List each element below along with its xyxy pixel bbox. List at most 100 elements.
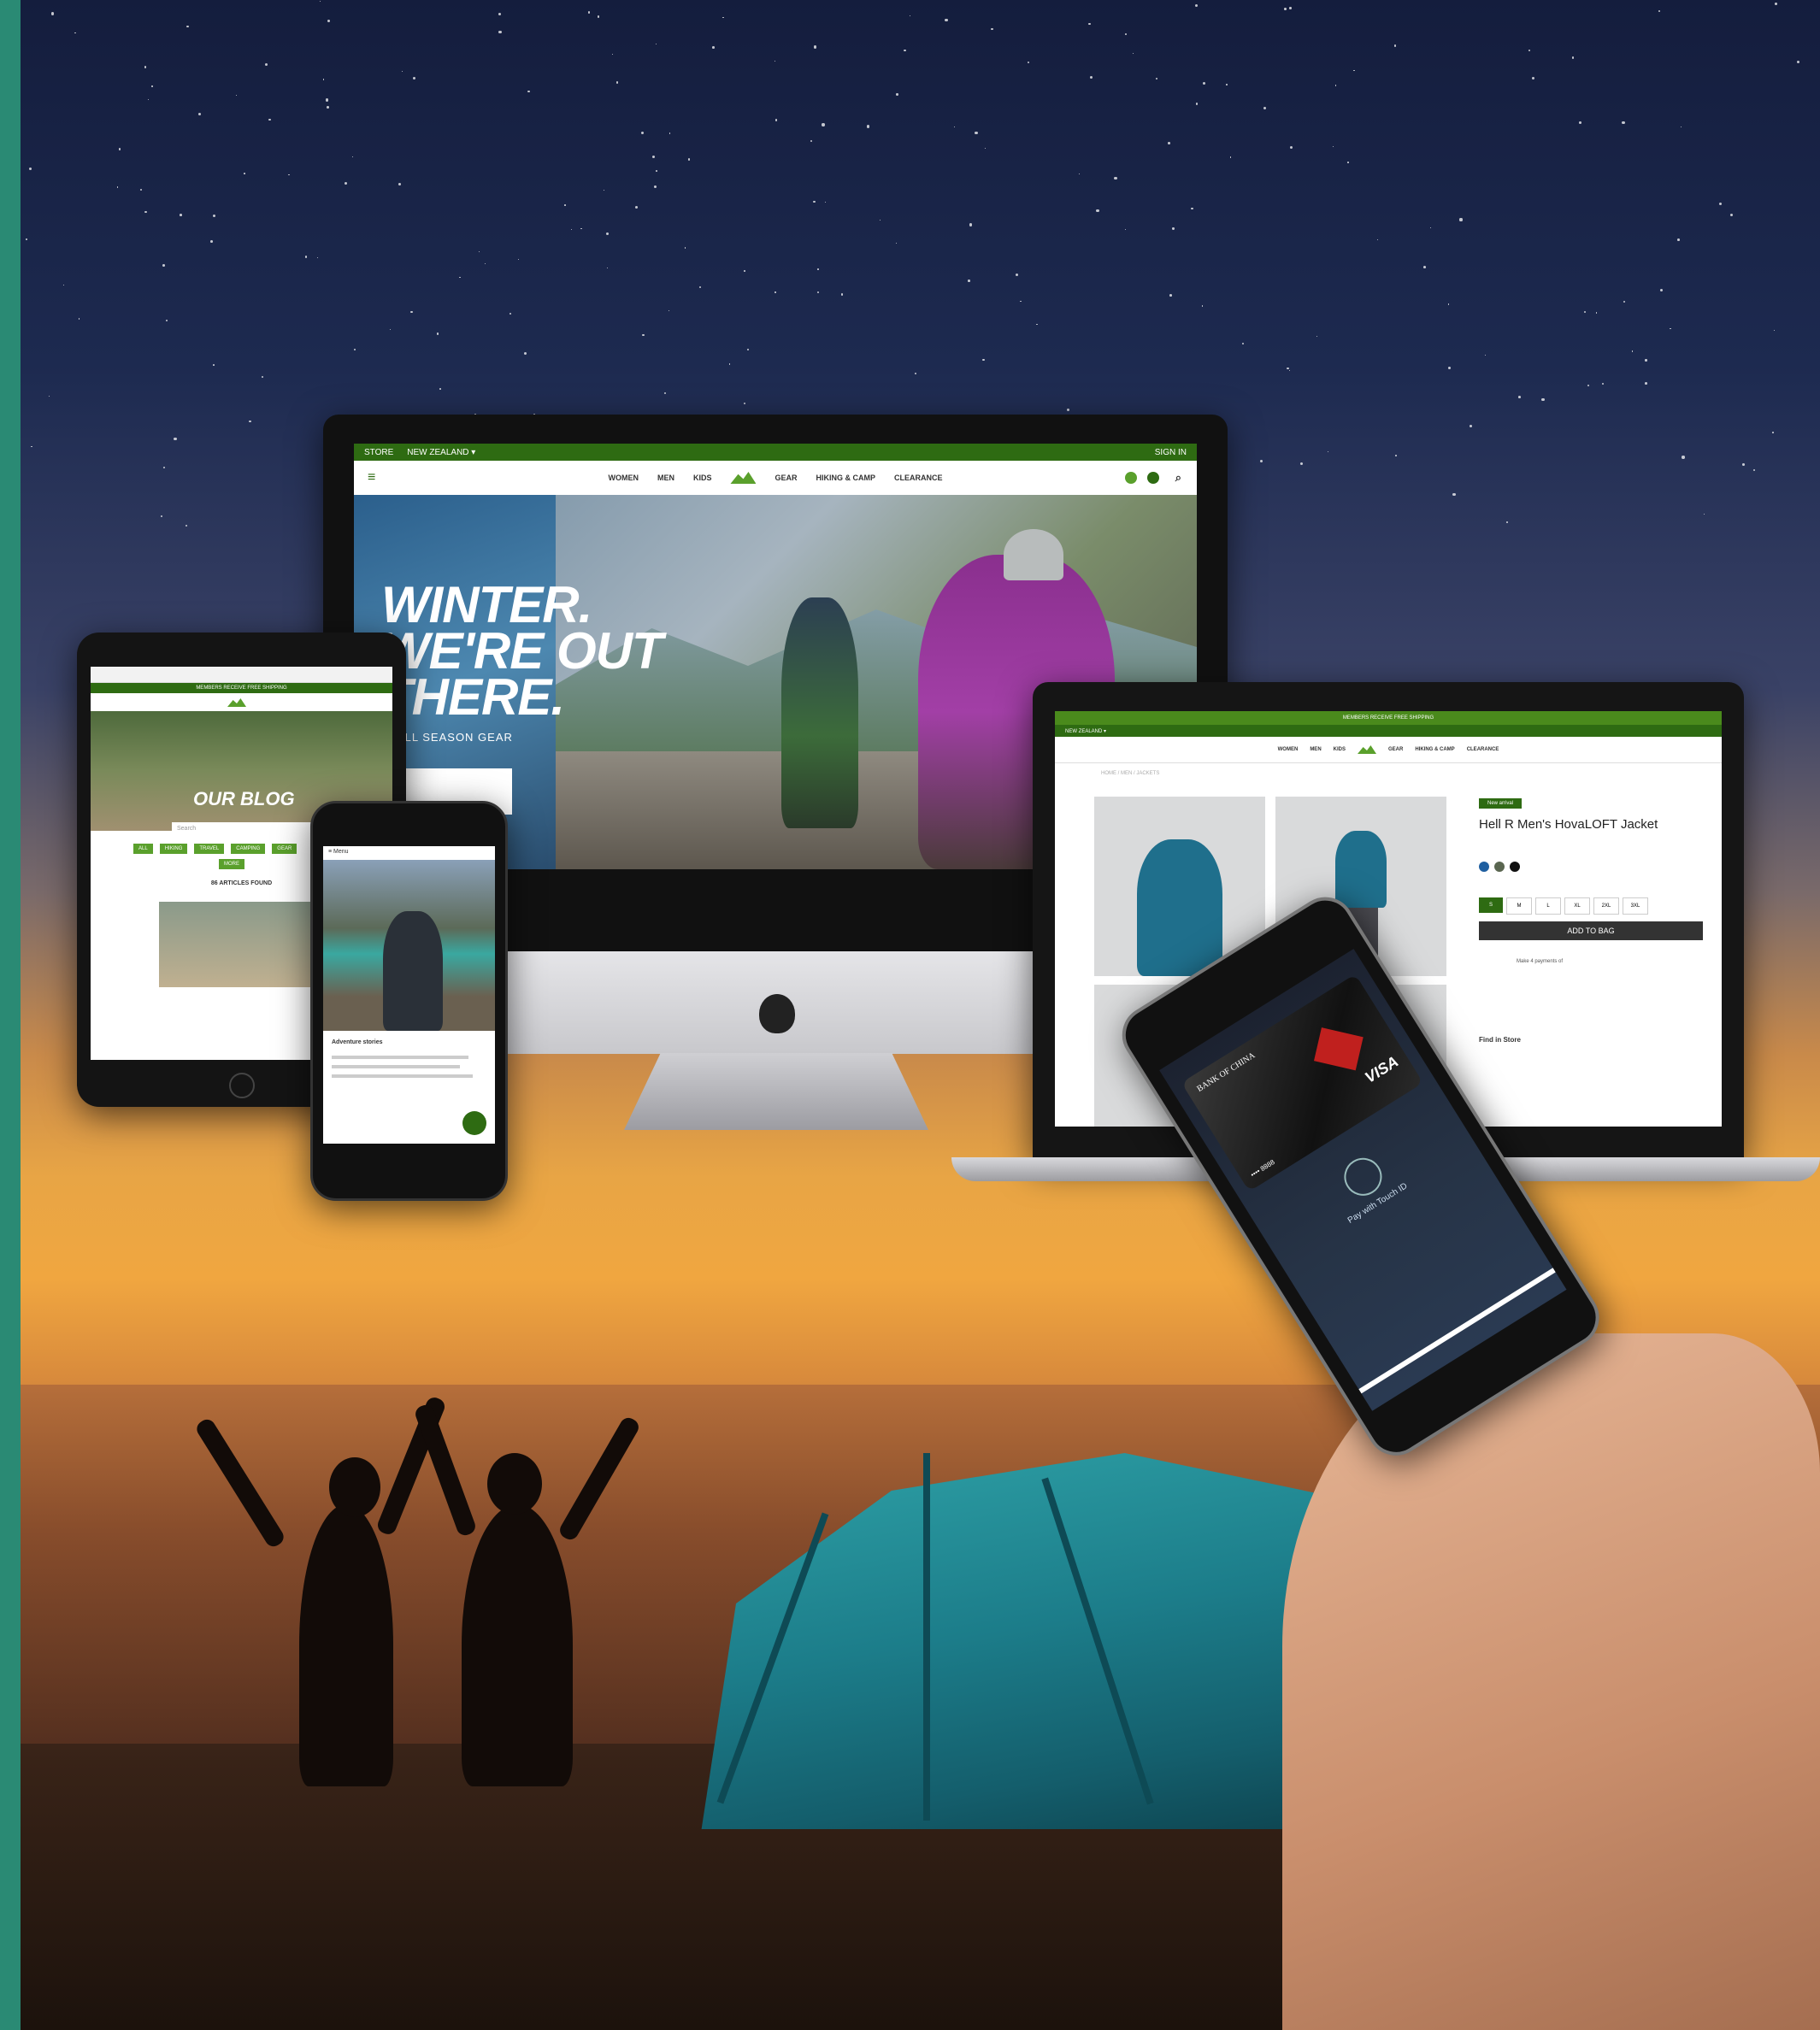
star <box>401 71 403 73</box>
star <box>144 210 148 214</box>
tag-chip[interactable]: HIKING <box>159 844 188 854</box>
star <box>327 20 330 23</box>
star <box>606 232 610 236</box>
star <box>1505 521 1508 524</box>
star <box>975 131 978 134</box>
star <box>180 214 183 216</box>
phone-header[interactable]: ≡ Menu <box>323 846 495 860</box>
tag-more-chip[interactable]: MORE <box>219 859 244 869</box>
nav-item-clearance[interactable]: CLEARANCE <box>1467 747 1499 752</box>
phone-article-title: Adventure stories <box>332 1039 383 1045</box>
nav-item-women[interactable]: WOMEN <box>1278 747 1299 752</box>
star <box>743 402 746 404</box>
tag-chip[interactable]: ALL <box>133 844 153 854</box>
star <box>687 158 691 161</box>
star <box>1622 121 1625 125</box>
star <box>319 0 321 2</box>
star <box>640 131 645 134</box>
star <box>116 186 119 188</box>
star <box>825 201 827 203</box>
star <box>28 167 32 171</box>
star <box>652 155 656 158</box>
hiker-figure <box>383 911 443 1031</box>
star <box>1447 367 1451 370</box>
star <box>699 285 702 288</box>
nav-item-kids[interactable]: KIDS <box>693 474 712 482</box>
nav-item-kids[interactable]: KIDS <box>1334 747 1346 752</box>
star <box>570 229 573 231</box>
phone-hero-image <box>323 860 495 1031</box>
bank-card[interactable]: BANK OF CHINA VISA •••• 8888 <box>1181 974 1423 1192</box>
star <box>1259 459 1263 463</box>
logo-icon[interactable] <box>227 698 246 707</box>
nav-item-gear[interactable]: GEAR <box>1388 747 1403 752</box>
star <box>663 391 667 395</box>
jacket-figure <box>1137 839 1222 976</box>
star <box>1263 106 1267 109</box>
nav-item-clearance[interactable]: CLEARANCE <box>894 474 943 482</box>
star <box>564 204 566 207</box>
star <box>866 125 869 128</box>
sign-in-link[interactable]: SIGN IN <box>1155 448 1187 457</box>
tag-chip[interactable]: GEAR <box>272 844 297 854</box>
star <box>163 467 166 469</box>
star <box>1447 303 1449 305</box>
star <box>316 256 319 258</box>
star <box>162 264 165 267</box>
star <box>1742 463 1745 466</box>
star <box>1775 3 1777 5</box>
star <box>1202 81 1206 85</box>
store-link[interactable]: STORE <box>364 448 393 457</box>
laptop-nav: WOMEN MEN KIDS GEAR HIKING & CAMP CLEARA… <box>1055 737 1722 763</box>
tag-chip[interactable]: TRAVEL <box>194 844 225 854</box>
star <box>527 90 530 93</box>
star <box>144 66 147 68</box>
star <box>1484 354 1487 356</box>
star <box>685 247 686 249</box>
screen-highlight <box>1358 1268 1556 1394</box>
star <box>775 119 777 121</box>
breadcrumb: HOME / MEN / JACKETS <box>1101 771 1160 776</box>
star <box>322 79 325 80</box>
logo-icon[interactable] <box>730 472 757 484</box>
region-select[interactable]: NEW ZEALAND ▾ <box>1065 728 1106 734</box>
logo-icon[interactable] <box>1358 745 1376 754</box>
nav-item-gear[interactable]: GEAR <box>775 474 797 482</box>
star <box>1602 382 1605 385</box>
star <box>656 169 657 172</box>
nav-item-men[interactable]: MEN <box>1310 747 1321 752</box>
chat-icon[interactable] <box>462 1111 486 1135</box>
blog-search-input[interactable]: Search <box>172 822 317 836</box>
star <box>174 438 177 441</box>
star <box>1459 218 1463 221</box>
nav-item-men[interactable]: MEN <box>657 474 674 482</box>
star <box>344 182 347 185</box>
star <box>635 205 639 209</box>
cart-icon[interactable] <box>1147 472 1159 484</box>
star <box>398 183 402 185</box>
star <box>1376 238 1378 240</box>
nav-item-hiking[interactable]: HIKING & CAMP <box>816 474 876 482</box>
star <box>1096 209 1099 213</box>
hand <box>1282 1333 1820 2030</box>
nav-item-hiking[interactable]: HIKING & CAMP <box>1415 747 1454 752</box>
star <box>1572 56 1575 59</box>
star <box>118 148 121 150</box>
article-thumbnail[interactable] <box>159 902 313 987</box>
star <box>1169 293 1173 297</box>
star <box>1125 33 1128 35</box>
nav-item-women[interactable]: WOMEN <box>608 474 639 482</box>
region-select[interactable]: NEW ZEALAND ▾ <box>407 448 475 457</box>
account-icon[interactable] <box>1125 472 1137 484</box>
star <box>616 81 618 84</box>
menu-icon[interactable]: ≡ <box>368 470 375 485</box>
tag-chip[interactable]: CAMPING <box>231 844 266 854</box>
star <box>1288 369 1291 371</box>
star <box>288 174 290 176</box>
search-icon[interactable]: ⌕ <box>1175 471 1181 485</box>
star <box>1584 311 1587 314</box>
star <box>459 276 461 279</box>
star <box>1595 312 1598 314</box>
star <box>903 49 906 52</box>
star <box>1517 396 1521 399</box>
